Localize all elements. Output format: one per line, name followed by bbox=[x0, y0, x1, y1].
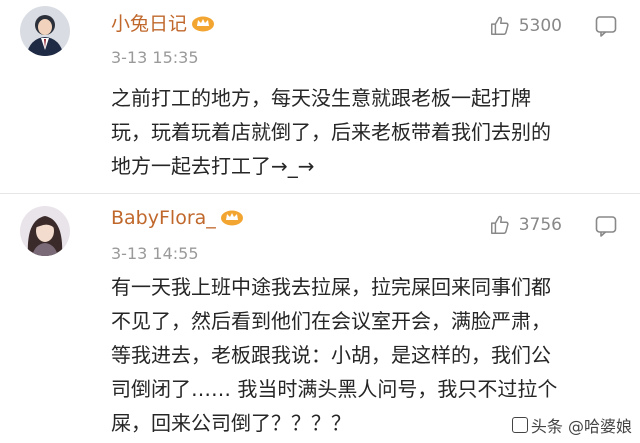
comment-time: 3-13 14:55 bbox=[111, 244, 199, 263]
thumbs-up-icon bbox=[490, 215, 509, 234]
comment-item: BabyFlora_ 3-13 14:55 3756 有一天我上班中途我去拉屎，… bbox=[0, 194, 640, 443]
toutiao-logo-icon bbox=[511, 417, 528, 433]
username[interactable]: BabyFlora_ bbox=[111, 207, 244, 229]
comment-body: 之前打工的地方，每天没生意就跟老板一起打牌 玩，玩着玩着店就倒了，后来老板带着我… bbox=[111, 81, 631, 183]
comment-line: 有一天我上班中途我去拉屎，拉完屎回来同事们都 bbox=[111, 275, 551, 299]
watermark: 头条 @哈婆娘 bbox=[511, 413, 632, 437]
thumbs-up-icon bbox=[490, 16, 509, 35]
comment-line: 不见了，然后看到他们在会议室开会，满脸严肃， bbox=[111, 309, 551, 333]
suit-avatar-icon[interactable] bbox=[20, 6, 70, 56]
like-button[interactable]: 5300 bbox=[489, 15, 562, 37]
comment-line: 之前打工的地方，每天没生意就跟老板一起打牌 bbox=[111, 86, 531, 110]
username[interactable]: 小兔日记 bbox=[111, 9, 215, 36]
vip-crown-icon bbox=[220, 208, 244, 226]
comment-time: 3-13 15:35 bbox=[111, 48, 199, 67]
username-text[interactable]: 小兔日记 bbox=[111, 13, 187, 35]
like-button[interactable]: 3756 bbox=[489, 214, 562, 236]
reply-icon[interactable] bbox=[594, 214, 618, 238]
vip-crown-icon bbox=[191, 14, 215, 32]
like-count: 5300 bbox=[518, 16, 562, 36]
username-text[interactable]: BabyFlora_ bbox=[111, 207, 216, 229]
comment-line: 地方一起去打工了→_→ bbox=[111, 154, 315, 178]
like-count: 3756 bbox=[518, 215, 562, 235]
watermark-text: 头条 @哈婆娘 bbox=[530, 417, 632, 436]
comment-line: 玩，玩着玩着店就倒了，后来老板带着我们去别的 bbox=[111, 120, 551, 144]
reply-icon[interactable] bbox=[594, 14, 618, 38]
comment-line: 司倒闭了…… 我当时满头黑人问号，我只不过拉个 bbox=[111, 377, 558, 401]
girl-avatar-icon[interactable] bbox=[20, 206, 70, 256]
comment-item: 小兔日记 3-13 15:35 5300 之前打工的地方，每天没生意就跟老板一起… bbox=[0, 0, 640, 194]
comment-line: 等我进去，老板跟我说：小胡，是这样的，我们公 bbox=[111, 343, 551, 367]
